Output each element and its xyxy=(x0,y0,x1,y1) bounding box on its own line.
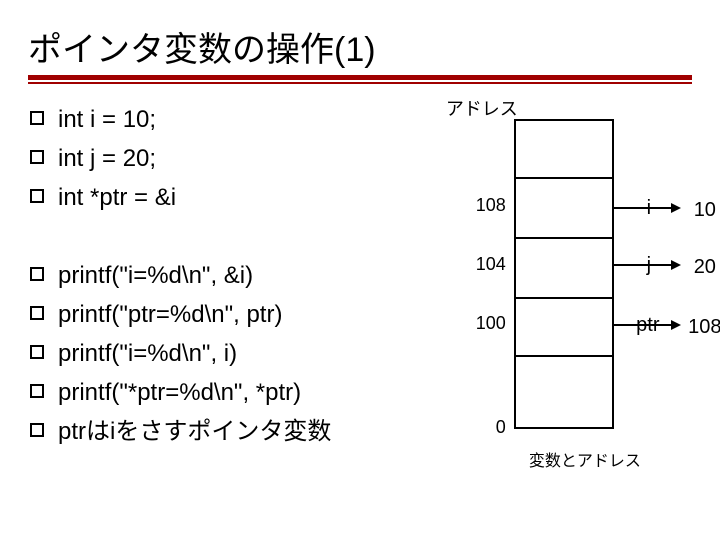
square-bullet-icon xyxy=(30,267,44,281)
address-label: 100 xyxy=(456,313,506,334)
code-column: int i = 10; int j = 20; int *ptr = &i pr… xyxy=(28,99,386,479)
list-item: int i = 10; xyxy=(28,101,386,138)
arrow-icon xyxy=(614,324,679,326)
square-bullet-icon xyxy=(30,345,44,359)
arrow-icon xyxy=(614,207,679,209)
address-label: 104 xyxy=(456,254,506,275)
memory-box xyxy=(514,119,614,429)
square-bullet-icon xyxy=(30,423,44,437)
address-label: 0 xyxy=(486,417,506,438)
list-item: int j = 20; xyxy=(28,140,386,177)
code-line: int j = 20; xyxy=(58,140,386,177)
list-item: printf("i=%d\n", i) xyxy=(28,335,386,372)
memory-divider xyxy=(516,177,612,179)
code-list-2: printf("i=%d\n", &i) printf("ptr=%d\n", … xyxy=(28,257,386,451)
slide: ポインタ変数の操作(1) int i = 10; int j = 20; int… xyxy=(0,0,720,540)
page-title: ポインタ変数の操作(1) xyxy=(28,22,692,71)
code-list-1: int i = 10; int j = 20; int *ptr = &i xyxy=(28,101,386,217)
list-item: printf("ptr=%d\n", ptr) xyxy=(28,296,386,333)
square-bullet-icon xyxy=(30,306,44,320)
code-line: ptrはiをさすポインタ変数 xyxy=(58,413,386,450)
memory-diagram: アドレス 108 104 100 0 i j ptr 10 20 108 変数と… xyxy=(394,99,692,479)
square-bullet-icon xyxy=(30,150,44,164)
code-line: int i = 10; xyxy=(58,101,386,138)
list-item: printf("*ptr=%d\n", *ptr) xyxy=(28,374,386,411)
slide-body: int i = 10; int j = 20; int *ptr = &i pr… xyxy=(28,99,692,479)
title-rule xyxy=(28,75,692,85)
variable-value: 108 xyxy=(684,316,720,339)
variable-value: 10 xyxy=(686,199,720,222)
diagram-caption: 変数とアドレス xyxy=(529,447,641,471)
memory-divider xyxy=(516,237,612,239)
address-label: 108 xyxy=(456,195,506,216)
code-line: printf("i=%d\n", i) xyxy=(58,335,386,372)
variable-value: 20 xyxy=(686,256,720,279)
square-bullet-icon xyxy=(30,111,44,125)
list-item: int *ptr = &i xyxy=(28,179,386,216)
square-bullet-icon xyxy=(30,384,44,398)
list-item: printf("i=%d\n", &i) xyxy=(28,257,386,294)
memory-divider xyxy=(516,355,612,357)
code-line: printf("i=%d\n", &i) xyxy=(58,257,386,294)
address-heading: アドレス xyxy=(446,95,518,121)
list-item: ptrはiをさすポインタ変数 xyxy=(28,413,386,450)
code-line: int *ptr = &i xyxy=(58,179,386,216)
code-line: printf("*ptr=%d\n", *ptr) xyxy=(58,374,386,411)
memory-divider xyxy=(516,297,612,299)
square-bullet-icon xyxy=(30,189,44,203)
arrow-icon xyxy=(614,264,679,266)
code-line: printf("ptr=%d\n", ptr) xyxy=(58,296,386,333)
